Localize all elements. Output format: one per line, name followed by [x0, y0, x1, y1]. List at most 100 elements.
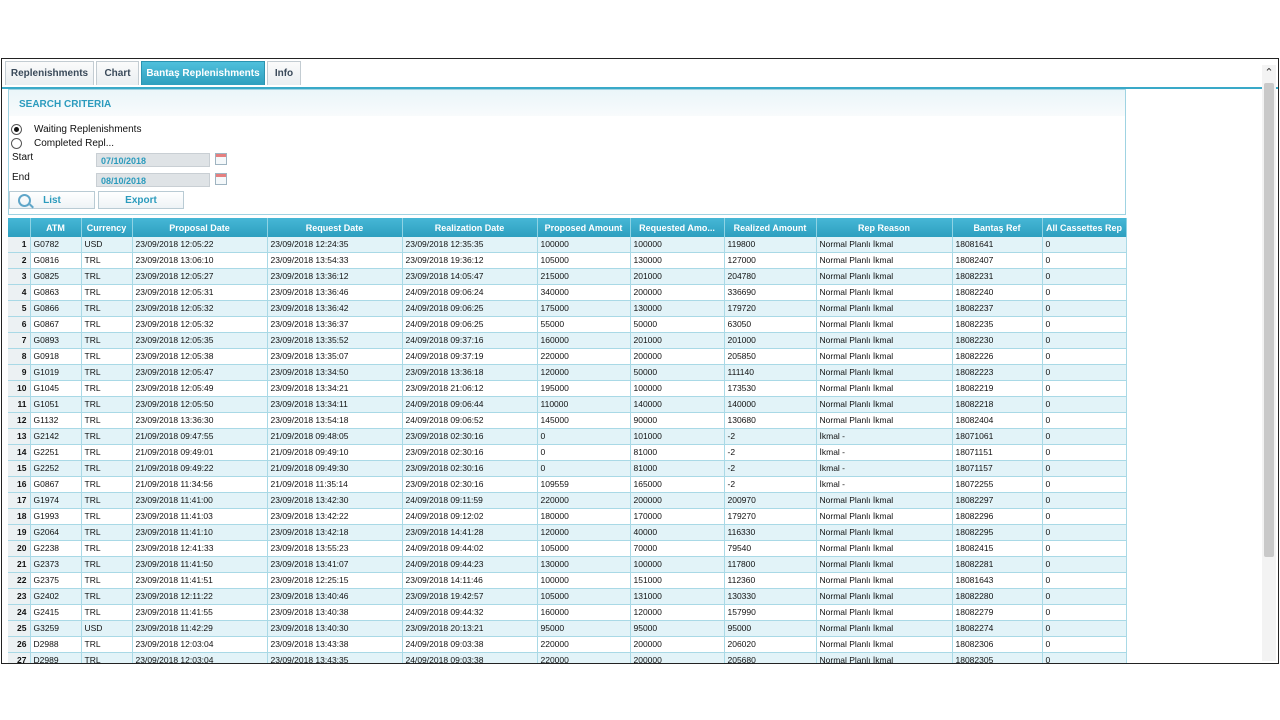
table-cell: 120000	[537, 364, 631, 381]
end-date-field[interactable]: 08/10/2018	[96, 173, 210, 187]
table-row[interactable]: 22 G2375 TRL 23/09/2018 11:41:51 23/09/2018 …	[8, 572, 1127, 589]
table-row[interactable]: 27 D2989 TRL 23/09/2018 12:03:04 23/09/2018 …	[8, 652, 1127, 663]
table-cell: 100000	[630, 556, 725, 573]
export-button[interactable]: Export	[98, 191, 184, 209]
table-row[interactable]: 26 D2988 TRL 23/09/2018 12:03:04 23/09/2018 …	[8, 636, 1127, 653]
table-cell: 23/09/2018 02:30:16	[402, 476, 538, 493]
table-cell: 0	[1042, 380, 1127, 397]
table-cell: 18082280	[952, 588, 1043, 605]
table-cell: 110000	[537, 396, 631, 413]
table-row[interactable]: 6 G0867 TRL 23/09/2018 12:05:32 23/09/2018 1…	[8, 316, 1127, 333]
start-date-field[interactable]: 07/10/2018	[96, 153, 210, 167]
table-row[interactable]: 4 G0863 TRL 23/09/2018 12:05:31 23/09/2018 1…	[8, 284, 1127, 301]
table-row[interactable]: 10 G1045 TRL 23/09/2018 12:05:49 23/09/2018 …	[8, 380, 1127, 397]
radio-completed-replenishments[interactable]: Completed Repl...	[11, 138, 114, 149]
table-cell: TRL	[81, 604, 133, 621]
table-cell: Normal Planlı İkmal	[816, 284, 953, 301]
table-cell: 131000	[630, 588, 725, 605]
table-row[interactable]: 9 G1019 TRL 23/09/2018 12:05:47 23/09/2018 1…	[8, 364, 1127, 381]
start-calendar-icon[interactable]	[215, 153, 227, 165]
table-cell: 0	[1042, 588, 1127, 605]
table-row[interactable]: 20 G2238 TRL 23/09/2018 12:41:33 23/09/2018 …	[8, 540, 1127, 557]
table-cell: TRL	[81, 588, 133, 605]
table-row[interactable]: 8 G0918 TRL 23/09/2018 12:05:38 23/09/2018 1…	[8, 348, 1127, 365]
table-row[interactable]: 24 G2415 TRL 23/09/2018 11:41:55 23/09/2018 …	[8, 604, 1127, 621]
radio-unselected-icon[interactable]	[11, 138, 22, 149]
scroll-up-icon[interactable]: ⌃	[1262, 65, 1276, 81]
table-cell: TRL	[81, 556, 133, 573]
table-cell: 0	[1042, 300, 1127, 317]
vertical-scrollbar[interactable]: ⌃	[1262, 65, 1276, 661]
column-header[interactable]	[8, 218, 31, 237]
table-cell: 18082231	[952, 268, 1043, 285]
table-cell: 23/09/2018 11:41:00	[132, 492, 268, 509]
table-cell: 0	[1042, 396, 1127, 413]
table-cell: 0	[1042, 540, 1127, 557]
tab-info[interactable]: Info	[267, 61, 301, 85]
column-header[interactable]: ATM	[30, 218, 82, 237]
table-cell: Normal Planlı İkmal	[816, 604, 953, 621]
tab-bantas-replenishments[interactable]: Bantaş Replenishments	[141, 61, 265, 85]
table-cell: Normal Planlı İkmal	[816, 348, 953, 365]
table-row[interactable]: 1 G0782 USD 23/09/2018 12:05:22 23/09/2018 1…	[8, 237, 1127, 253]
table-row[interactable]: 15 G2252 TRL 21/09/2018 09:49:22 21/09/2018 …	[8, 460, 1127, 477]
table-cell: 55000	[537, 316, 631, 333]
table-cell: 23/09/2018 13:41:07	[267, 556, 403, 573]
table-row[interactable]: 14 G2251 TRL 21/09/2018 09:49:01 21/09/2018 …	[8, 444, 1127, 461]
table-cell: 50000	[630, 364, 725, 381]
table-row[interactable]: 11 G1051 TRL 23/09/2018 12:05:50 23/09/2018 …	[8, 396, 1127, 413]
table-row[interactable]: 7 G0893 TRL 23/09/2018 12:05:35 23/09/2018 1…	[8, 332, 1127, 349]
column-header[interactable]: Proposal Date	[132, 218, 268, 237]
table-cell: 119800	[724, 237, 817, 253]
end-calendar-icon[interactable]	[215, 173, 227, 185]
table-row[interactable]: 25 G3259 USD 23/09/2018 11:42:29 23/09/2018 …	[8, 620, 1127, 637]
table-cell: 24/09/2018 09:11:59	[402, 492, 538, 509]
column-header[interactable]: All Cassettes Rep	[1042, 218, 1127, 237]
table-row[interactable]: 13 G2142 TRL 21/09/2018 09:47:55 21/09/2018 …	[8, 428, 1127, 445]
table-cell: G1974	[30, 492, 82, 509]
row-number-cell: 4	[8, 284, 31, 301]
table-cell: 24/09/2018 09:37:16	[402, 332, 538, 349]
column-header[interactable]: Requested Amo...	[630, 218, 725, 237]
table-cell: G1132	[30, 412, 82, 429]
table-cell: 40000	[630, 524, 725, 541]
table-cell: 0	[1042, 444, 1127, 461]
radio-selected-icon[interactable]	[11, 124, 22, 135]
radio-waiting-replenishments[interactable]: Waiting Replenishments	[11, 124, 141, 135]
table-cell: 200000	[630, 284, 725, 301]
table-cell: G0782	[30, 237, 82, 253]
table-row[interactable]: 2 G0816 TRL 23/09/2018 13:06:10 23/09/2018 1…	[8, 252, 1127, 269]
row-number-cell: 21	[8, 556, 31, 573]
table-cell: 180000	[537, 508, 631, 525]
table-row[interactable]: 5 G0866 TRL 23/09/2018 12:05:32 23/09/2018 1…	[8, 300, 1127, 317]
table-cell: 200000	[630, 636, 725, 653]
table-cell: 23/09/2018 13:36:46	[267, 284, 403, 301]
table-row[interactable]: 3 G0825 TRL 23/09/2018 12:05:27 23/09/2018 1…	[8, 268, 1127, 285]
table-cell: 100000	[537, 237, 631, 253]
column-header[interactable]: Realized Amount	[724, 218, 817, 237]
column-header[interactable]: Request Date	[267, 218, 403, 237]
table-row[interactable]: 17 G1974 TRL 23/09/2018 11:41:00 23/09/2018 …	[8, 492, 1127, 509]
column-header[interactable]: Currency	[81, 218, 133, 237]
table-row[interactable]: 18 G1993 TRL 23/09/2018 11:41:03 23/09/2018 …	[8, 508, 1127, 525]
table-cell: 200970	[724, 492, 817, 509]
tab-chart[interactable]: Chart	[96, 61, 139, 85]
table-row[interactable]: 12 G1132 TRL 23/09/2018 13:36:30 23/09/2018 …	[8, 412, 1127, 429]
table-row[interactable]: 23 G2402 TRL 23/09/2018 12:11:22 23/09/2018 …	[8, 588, 1127, 605]
table-cell: G0825	[30, 268, 82, 285]
table-row[interactable]: 16 G0867 TRL 21/09/2018 11:34:56 21/09/2018 …	[8, 476, 1127, 493]
column-header[interactable]: Realization Date	[402, 218, 538, 237]
table-cell: 336690	[724, 284, 817, 301]
table-row[interactable]: 19 G2064 TRL 23/09/2018 11:41:10 23/09/2018 …	[8, 524, 1127, 541]
table-cell: 23/09/2018 19:36:12	[402, 252, 538, 269]
scrollbar-thumb[interactable]	[1264, 83, 1274, 557]
table-cell: 23/09/2018 13:40:30	[267, 620, 403, 637]
list-button[interactable]: List	[9, 191, 95, 209]
table-cell: 90000	[630, 412, 725, 429]
column-header[interactable]: Bantaş Ref	[952, 218, 1043, 237]
table-row[interactable]: 21 G2373 TRL 23/09/2018 11:41:50 23/09/2018 …	[8, 556, 1127, 573]
tab-replenishments[interactable]: Replenishments	[5, 61, 94, 85]
column-header[interactable]: Rep Reason	[816, 218, 953, 237]
column-header[interactable]: Proposed Amount	[537, 218, 631, 237]
table-cell: 220000	[537, 492, 631, 509]
